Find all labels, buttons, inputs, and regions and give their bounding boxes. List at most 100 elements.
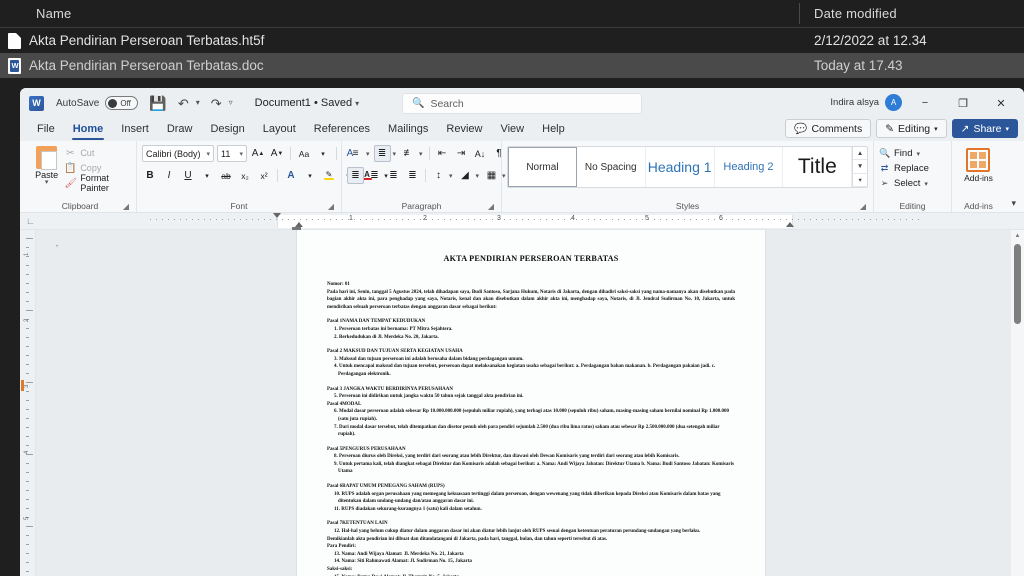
chevron-down-icon[interactable]: ▾ [302, 167, 318, 184]
close-button[interactable]: ✕ [982, 88, 1020, 118]
tab-references[interactable]: References [305, 118, 379, 141]
italic-button[interactable]: I [161, 167, 177, 184]
redo-icon[interactable]: ↷ [211, 97, 222, 110]
grow-font-button[interactable]: A ▲ [250, 145, 266, 162]
subscript-button[interactable]: x₂ [237, 167, 253, 184]
font-size-value: 11 [221, 148, 231, 159]
account-area[interactable]: Indira alsya A [830, 94, 902, 111]
select-button[interactable]: ➢ Select ▾ [879, 176, 928, 191]
document-name-button[interactable]: Document1 • Saved ▾ [255, 97, 359, 109]
tab-home[interactable]: Home [64, 118, 113, 141]
format-painter-button[interactable]: 🖌 Format Painter [64, 173, 131, 193]
editing-mode-button[interactable]: ✎ Editing ▾ [876, 119, 947, 138]
avatar[interactable]: A [885, 94, 902, 111]
chevron-down-icon[interactable]: ▾ [393, 150, 397, 158]
style-heading-2[interactable]: Heading 2 [715, 147, 784, 187]
vertical-ruler[interactable]: 1 2 3 4 5 [20, 230, 36, 576]
paragraph-group-label: Paragraph ◢ [401, 200, 494, 212]
styles-more-icon[interactable]: ▾ [853, 174, 867, 187]
vertical-scrollbar[interactable]: ▲ [1011, 230, 1024, 576]
chevron-down-icon[interactable]: ▾ [45, 179, 49, 186]
scroll-up-icon[interactable]: ▲ [1011, 233, 1024, 239]
bold-button[interactable]: B [142, 167, 158, 184]
search-box[interactable]: 🔍 Search [402, 93, 642, 114]
font-name-combobox[interactable]: Calibri (Body) ▾ [142, 145, 214, 162]
customize-quick-access-icon[interactable]: ▿ [229, 99, 233, 107]
borders-icon[interactable]: ▦ [483, 167, 500, 184]
decrease-indent-icon[interactable]: ⇤ [434, 145, 451, 162]
document-page[interactable]: AKTA PENDIRIAN PERSEROAN TERBATAS Nomor:… [297, 230, 765, 576]
dialog-launcher-icon[interactable]: ◢ [860, 202, 866, 211]
style-title[interactable]: Title [783, 147, 853, 187]
styles-scroll-up-icon[interactable]: ▲ [853, 147, 867, 161]
restore-button[interactable]: ❐ [944, 88, 982, 118]
dialog-launcher-icon[interactable]: ◢ [328, 202, 334, 211]
chevron-down-icon[interactable]: ▾ [315, 145, 331, 162]
tab-stop-selector-icon[interactable]: ∟ [26, 216, 35, 226]
file-row-1[interactable]: Akta Pendirian Perseroan Terbatas.ht5f 2… [0, 28, 1024, 53]
ruler-minor-tick [888, 219, 889, 220]
chevron-down-icon[interactable]: ▾ [366, 150, 370, 158]
chevron-down-icon[interactable]: ▾ [419, 150, 423, 158]
chevron-down-icon[interactable]: ▾ [449, 172, 453, 180]
column-header-name[interactable]: Name [0, 6, 800, 21]
font-size-combobox[interactable]: 11 ▾ [217, 145, 247, 162]
text-effects-button[interactable]: A [283, 167, 299, 184]
right-indent-marker[interactable] [786, 222, 794, 227]
file-row-2[interactable]: Akta Pendirian Perseroan Terbatas.doc To… [0, 53, 1024, 78]
comments-button[interactable]: 💬 Comments [785, 119, 872, 138]
dialog-launcher-icon[interactable]: ◢ [488, 202, 494, 211]
tab-review[interactable]: Review [437, 118, 491, 141]
bullets-icon[interactable]: ≡ [347, 145, 364, 162]
tab-draw[interactable]: Draw [158, 118, 202, 141]
align-center-icon[interactable]: ≣ [366, 167, 383, 184]
cut-button[interactable]: ✂ Cut [64, 146, 131, 160]
undo-dropdown-chevron-icon[interactable]: ▾ [196, 99, 200, 107]
justify-icon[interactable]: ≣ [404, 167, 421, 184]
line-spacing-icon[interactable]: ↕ [430, 167, 447, 184]
change-case-button[interactable]: Aa [296, 145, 312, 162]
tab-help[interactable]: Help [533, 118, 574, 141]
autosave-toggle[interactable]: Off [105, 96, 139, 110]
style-no-spacing[interactable]: No Spacing [577, 147, 646, 187]
multilevel-list-icon[interactable]: ≢ [400, 145, 417, 162]
numbering-icon[interactable]: ≣ [373, 145, 391, 162]
paste-button[interactable]: Paste ▾ [29, 144, 64, 186]
tab-mailings[interactable]: Mailings [379, 118, 437, 141]
strikethrough-button[interactable]: ab [218, 167, 234, 184]
underline-button[interactable]: U [180, 167, 196, 184]
superscript-button[interactable]: x² [256, 167, 272, 184]
increase-indent-icon[interactable]: ⇥ [453, 145, 470, 162]
dialog-launcher-icon[interactable]: ◢ [123, 202, 129, 211]
collapse-ribbon-icon[interactable]: ▾ [1011, 198, 1016, 209]
replace-button[interactable]: ⇄ Replace [879, 161, 929, 176]
tab-file[interactable]: File [28, 118, 64, 141]
scrollbar-thumb[interactable] [1014, 244, 1021, 324]
sort-icon[interactable]: A↓ [472, 145, 489, 162]
find-button[interactable]: 🔍 Find ▾ [879, 146, 920, 161]
chevron-down-icon[interactable]: ▾ [199, 167, 215, 184]
share-button[interactable]: ↗ Share ▾ [951, 119, 1018, 138]
save-icon[interactable]: 💾 [149, 96, 166, 110]
align-right-icon[interactable]: ≣ [385, 167, 402, 184]
tab-design[interactable]: Design [201, 118, 253, 141]
undo-icon[interactable]: ↶ [178, 97, 189, 110]
tab-layout[interactable]: Layout [254, 118, 305, 141]
column-header-date-modified[interactable]: Date modified [800, 6, 1024, 21]
text-highlight-button[interactable]: ✎ [321, 167, 337, 184]
first-line-indent-marker[interactable] [273, 213, 281, 218]
document-body[interactable]: Nomor: 01 Pada hari ini, Senin, tanggal 5… [327, 281, 735, 576]
align-left-icon[interactable]: ≣ [347, 167, 364, 184]
styles-scroll-down-icon[interactable]: ▼ [853, 160, 867, 174]
minimize-button[interactable]: − [906, 88, 944, 118]
tab-view[interactable]: View [491, 118, 533, 141]
horizontal-ruler[interactable]: ∟ 1 2 3 4 5 6 [20, 213, 1024, 230]
addins-icon[interactable] [966, 148, 991, 172]
chevron-down-icon[interactable]: ▾ [476, 172, 480, 180]
tab-insert[interactable]: Insert [112, 118, 158, 141]
column-divider[interactable] [799, 3, 800, 24]
shrink-font-button[interactable]: A ▼ [269, 145, 285, 162]
shading-icon[interactable]: ◢ [457, 167, 474, 184]
style-heading-1[interactable]: Heading 1 [646, 147, 715, 187]
style-normal[interactable]: Normal [508, 147, 577, 187]
